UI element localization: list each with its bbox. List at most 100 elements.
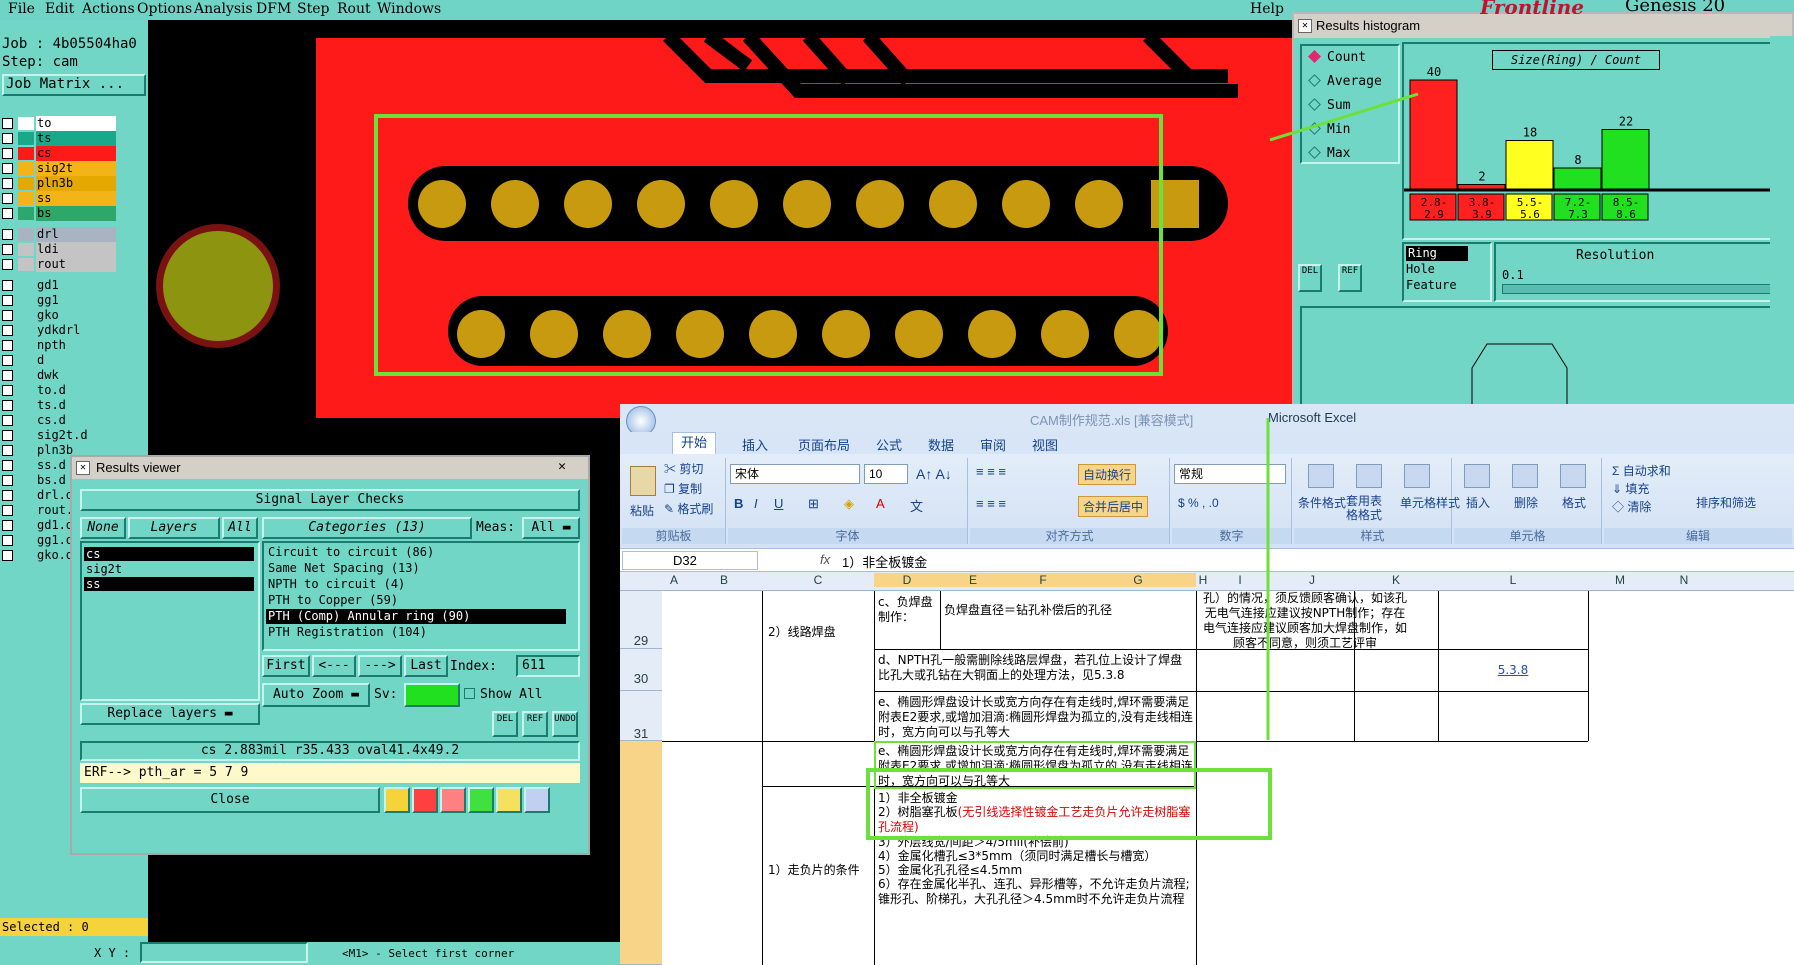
auto-zoom-button[interactable]: Auto Zoom ▬ [262,683,370,707]
next-button[interactable]: ---> [358,655,402,677]
notes-icon[interactable] [496,787,522,813]
insert-cells-icon[interactable] [1464,464,1490,488]
menu-rout[interactable]: Rout [337,1,371,17]
fx-icon[interactable]: fx [820,552,830,567]
category-item[interactable]: NPTH to circuit (4) [268,577,405,591]
layer-checkbox[interactable] [2,280,13,291]
layer-item-cs[interactable]: cs [84,547,254,561]
cell-cond-3[interactable]: 3）外层线宽/间距＞4/5mil(补偿前) [878,835,1194,850]
col-header[interactable]: E [940,573,1006,587]
link-5-3-8[interactable]: 5.3.8 [1438,663,1588,678]
cell-style-button[interactable]: 单元格样式 [1400,494,1460,511]
layer-row-rout[interactable]: rout [0,257,118,272]
category-item[interactable]: PTH to Copper (59) [268,593,398,607]
layer-row-npth[interactable]: npth [0,338,118,353]
replace-layers-button[interactable]: Replace layers ▬ [80,703,260,725]
layer-checkbox[interactable] [2,259,13,270]
show-all-checkbox[interactable] [464,688,475,699]
resolution-slider[interactable] [1502,284,1772,294]
font-color-icon[interactable]: A [876,496,885,511]
formula-input[interactable]: 1）非全板镀金 [842,552,927,571]
conditional-format-icon[interactable] [1308,464,1334,488]
layer-row-ldi[interactable]: ldi [0,242,118,257]
sort-filter-button[interactable]: 排序和筛选 [1696,494,1756,511]
menu-step[interactable]: Step [297,1,329,17]
meas-select[interactable]: All ▬ [522,517,580,539]
cell-ijk29[interactable]: 孔）的情况，须反馈顾客确认，如该孔无电气连接应建议按NPTH制作；存在电气连接应… [1200,591,1410,651]
tab-formulas[interactable]: 公式 [876,435,902,454]
layer-checkbox[interactable] [2,415,13,426]
col-header[interactable]: N [1652,573,1716,587]
clear-button[interactable]: ◇ 清除 [1612,498,1651,515]
fill-color-icon[interactable]: ◈ [844,496,854,512]
cell-cond-4[interactable]: 4）金属化槽孔≤3*5mm（须同时满足槽长与槽宽） [878,849,1194,864]
all-button[interactable]: All [222,517,258,539]
phonetic-icon[interactable]: 文 [910,496,923,515]
layer-checkbox[interactable] [2,505,13,516]
menu-file[interactable]: File [8,1,35,17]
layer-checkbox[interactable] [2,340,13,351]
categories-button[interactable]: Categories (13) [262,517,472,539]
close-icon[interactable]: ✕ [1298,19,1312,33]
layer-row-to[interactable]: to [0,116,118,131]
last-button[interactable]: Last [404,655,448,677]
menu-analysis[interactable]: Analysis [194,1,253,17]
layer-row-gg1[interactable]: gg1 [0,293,118,308]
del-button[interactable]: DEL [492,711,518,737]
category-item[interactable]: Circuit to circuit (86) [268,545,434,559]
cell-cond-1[interactable]: 1）非全板镀金 [878,791,1194,806]
layer-item-sig2t[interactable]: sig2t [84,562,122,576]
layer-checkbox[interactable] [2,430,13,441]
option-sum[interactable]: Sum [1308,98,1350,113]
layer-checkbox[interactable] [2,148,13,159]
format-cells-icon[interactable] [1560,464,1586,488]
col-header[interactable]: L [1438,573,1588,587]
cell-cond-6[interactable]: 6）存在金属化半孔、连孔、异形槽等，不允许走负片流程;锥形孔、阶梯孔，大孔孔径＞… [878,877,1194,937]
chart-icon[interactable] [524,787,550,813]
cell-c29[interactable]: 2）线路焊盘 [768,625,872,640]
ref-button[interactable]: REF [1338,264,1362,292]
cell-d30[interactable]: d、NPTH孔一般需删除线路层焊盘，若孔位上设计了焊盘比孔大或孔钻在大铜面上的处… [878,653,1194,683]
layer-row-ts[interactable]: ts [0,131,118,146]
grow-font-icon[interactable]: A↑ A↓ [916,466,952,482]
cell-c-condition[interactable]: 1）走负片的条件 [768,863,872,878]
row-header-29[interactable]: 29 [620,591,662,649]
delete-cells-icon[interactable] [1512,464,1538,488]
layer-row-tsd[interactable]: ts.d [0,398,118,413]
layer-checkbox[interactable] [2,325,13,336]
layer-checkbox[interactable] [2,310,13,321]
col-header[interactable]: M [1588,573,1652,587]
col-header[interactable]: J [1270,573,1354,587]
col-header[interactable]: K [1354,573,1438,587]
layer-row-sig2t[interactable]: sig2t [0,161,118,176]
layer-checkbox[interactable] [2,163,13,174]
type-hole[interactable]: Hole [1406,262,1435,276]
type-feature[interactable]: Feature [1406,278,1457,292]
tab-page-layout[interactable]: 页面布局 [798,435,850,454]
col-header[interactable]: A [662,573,686,587]
xy-input[interactable] [140,942,308,963]
cut-button[interactable]: ✂ 剪切 [664,460,703,477]
col-header[interactable]: F [1006,573,1080,587]
font-size-select[interactable]: 10 [864,464,908,484]
tab-data[interactable]: 数据 [928,435,954,454]
layer-row-cs[interactable]: cs [0,146,118,161]
sheet-grid[interactable]: 29 30 31 2）线路焊盘 c、负焊盘制作： 负焊盘直径＝钻孔补偿后的孔径 … [620,591,1794,965]
copy-button[interactable]: ❐ 复制 [664,480,702,497]
layer-checkbox[interactable] [2,385,13,396]
conditional-format-button[interactable]: 条件格式 [1298,494,1346,511]
paste-button[interactable]: 粘贴 [630,502,654,519]
tab-view[interactable]: 视图 [1032,435,1058,454]
cell-cond-5[interactable]: 5）金属化孔孔径≤4.5mm [878,863,1194,878]
layer-checkbox[interactable] [2,550,13,561]
col-header[interactable]: I [1210,573,1270,587]
border-icon[interactable]: ⊞ [808,496,819,512]
row-header-31[interactable]: 31 [620,691,662,741]
layer-checkbox[interactable] [2,178,13,189]
align-top-icon[interactable]: ≡ ≡ ≡ [976,464,1006,479]
layer-row-d[interactable]: d [0,353,118,368]
menu-dfm[interactable]: DFM [256,1,291,17]
layer-checkbox[interactable] [2,445,13,456]
menu-options[interactable]: Options [137,1,192,17]
sv-color-select[interactable] [404,683,460,707]
